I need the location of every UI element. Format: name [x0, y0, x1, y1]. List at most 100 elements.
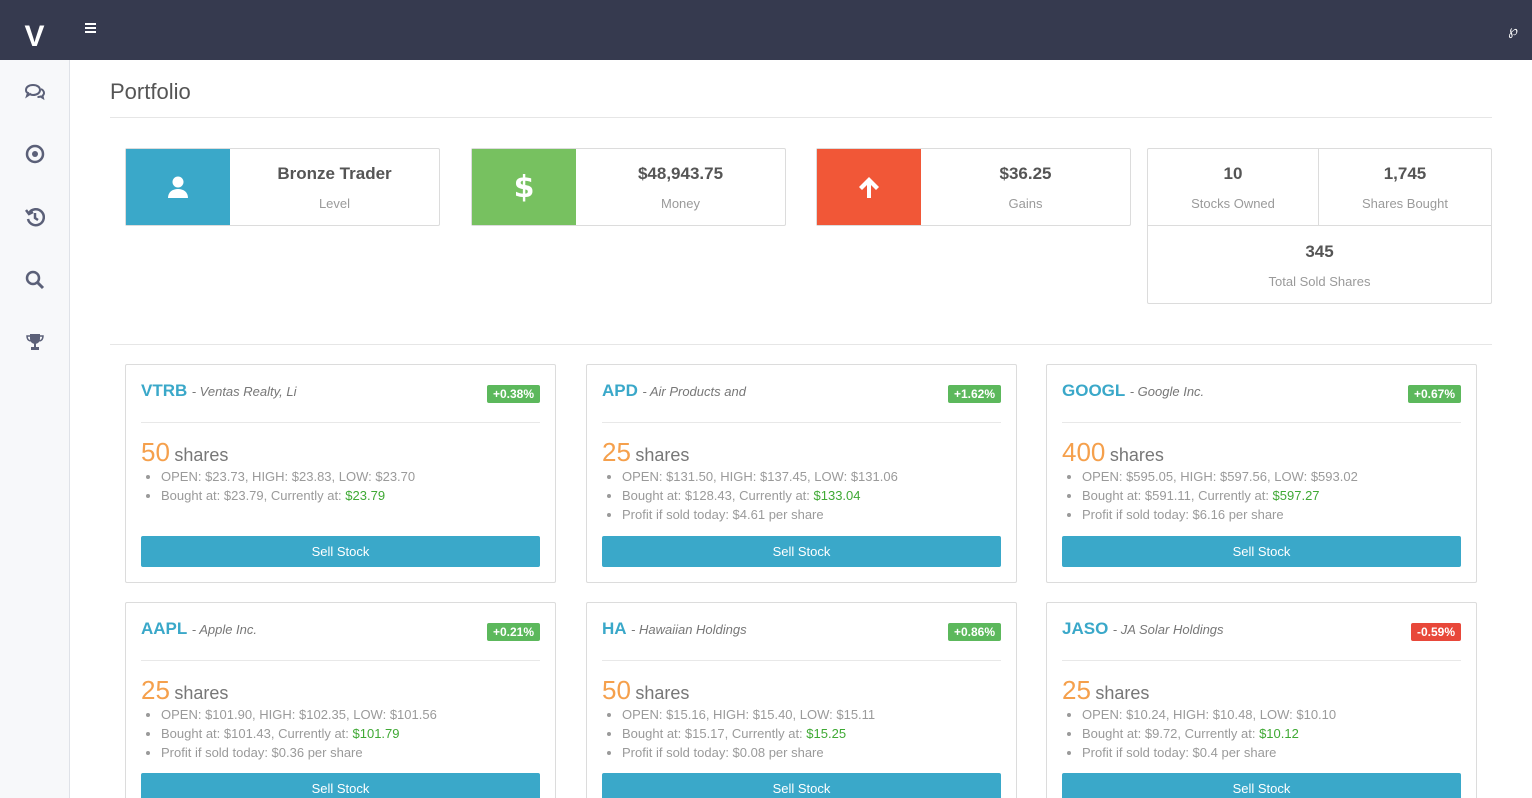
shares-word: shares: [174, 683, 229, 703]
portfolio-summary: 10 Stocks Owned 1,745 Shares Bought 345 …: [1147, 148, 1492, 304]
current-price: $101.79: [352, 726, 400, 741]
shares-count: 25: [141, 675, 170, 705]
sell-stock-button[interactable]: Sell Stock: [602, 773, 1001, 798]
price-range: OPEN: $131.50, HIGH: $137.45, LOW: $131.…: [622, 467, 898, 486]
price-range: OPEN: $101.90, HIGH: $102.35, LOW: $101.…: [161, 705, 437, 724]
user-menu-icon[interactable]: ℘: [1508, 22, 1518, 39]
stock-card: JASO - JA Solar Holdings -0.59% 25 share…: [1046, 602, 1477, 798]
money-label: Money: [660, 196, 701, 211]
stock-details: OPEN: $595.05, HIGH: $597.56, LOW: $593.…: [1082, 467, 1358, 524]
stocks-owned-label: Stocks Owned: [1191, 196, 1275, 211]
sell-stock-button[interactable]: Sell Stock: [602, 536, 1001, 567]
user-icon: [126, 149, 230, 225]
shares-count: 400: [1062, 437, 1106, 467]
hamburger-icon[interactable]: [85, 23, 96, 35]
bought-current: Bought at: $128.43, Currently at: $133.0…: [622, 486, 898, 505]
bought-current: Bought at: $23.79, Currently at: $23.79: [161, 486, 415, 505]
stock-company: - Hawaiian Holdings: [631, 622, 747, 637]
level-stat-card: Bronze Trader Level: [125, 148, 440, 226]
change-badge: +1.62%: [947, 385, 1001, 403]
bought-current: Bought at: $15.17, Currently at: $15.25: [622, 724, 875, 743]
shares-count: 25: [1062, 675, 1091, 705]
page-title: Portfolio: [110, 79, 191, 104]
stock-ticker[interactable]: HA: [602, 619, 627, 638]
sidebar: [0, 60, 70, 798]
stock-ticker[interactable]: GOOGL: [1062, 381, 1125, 400]
current-price: $10.12: [1259, 726, 1299, 741]
current-price: $23.79: [345, 488, 386, 503]
shares-count: 50: [602, 675, 631, 705]
current-price: $133.04: [813, 488, 861, 503]
gains-label: Gains: [1008, 196, 1043, 211]
stock-details: OPEN: $131.50, HIGH: $137.45, LOW: $131.…: [622, 467, 898, 524]
stock-card: GOOGL - Google Inc. +0.67% 400 shares OP…: [1046, 364, 1477, 583]
stock-card: VTRB - Ventas Realty, Li +0.38% 50 share…: [125, 364, 556, 583]
stock-ticker[interactable]: VTRB: [141, 381, 187, 400]
change-badge: -0.59%: [1410, 623, 1461, 641]
current-price: $15.25: [806, 726, 847, 741]
price-range: OPEN: $595.05, HIGH: $597.56, LOW: $593.…: [1082, 467, 1358, 486]
gains-value: $36.25: [999, 164, 1052, 183]
sell-stock-button[interactable]: Sell Stock: [141, 773, 540, 798]
profit-text: Profit if sold today: $0.4 per share: [1082, 743, 1336, 762]
stock-details: OPEN: $10.24, HIGH: $10.48, LOW: $10.10 …: [1082, 705, 1336, 762]
arrow-up-icon: [817, 149, 921, 225]
chat-icon[interactable]: [23, 80, 47, 104]
change-badge: +0.21%: [486, 623, 540, 641]
stock-ticker[interactable]: JASO: [1062, 619, 1108, 638]
section-divider: [110, 344, 1492, 345]
dollar-icon: $: [472, 149, 576, 225]
title-divider: [110, 117, 1492, 118]
stock-company: - Air Products and: [642, 384, 746, 399]
stocks-owned-value: 10: [1223, 164, 1243, 183]
shares-bought-value: 1,745: [1383, 164, 1427, 183]
top-bar: V ℘: [0, 0, 1532, 60]
stock-details: OPEN: $101.90, HIGH: $102.35, LOW: $101.…: [161, 705, 437, 762]
gains-stat-card: $36.25 Gains: [816, 148, 1131, 226]
price-range: OPEN: $10.24, HIGH: $10.48, LOW: $10.10: [1082, 705, 1336, 724]
money-stat-card: $ $48,943.75 Money: [471, 148, 786, 226]
target-icon[interactable]: [23, 142, 47, 166]
bought-current: Bought at: $591.11, Currently at: $597.2…: [1082, 486, 1358, 505]
money-value: $48,943.75: [637, 164, 724, 183]
stocks-owned-cell: 10 Stocks Owned: [1148, 149, 1319, 226]
shares-word: shares: [1109, 445, 1164, 465]
level-label: Level: [318, 196, 351, 211]
search-icon[interactable]: [23, 268, 47, 292]
stock-company: - Google Inc.: [1129, 384, 1205, 399]
price-range: OPEN: $23.73, HIGH: $23.83, LOW: $23.70: [161, 467, 415, 486]
profit-text: Profit if sold today: $4.61 per share: [622, 505, 898, 524]
sell-stock-button[interactable]: Sell Stock: [141, 536, 540, 567]
history-icon[interactable]: [23, 205, 47, 229]
sell-stock-button[interactable]: Sell Stock: [1062, 773, 1461, 798]
shares-count: 50: [141, 437, 170, 467]
profit-text: Profit if sold today: $0.36 per share: [161, 743, 437, 762]
current-price: $597.27: [1272, 488, 1320, 503]
stock-details: OPEN: $15.16, HIGH: $15.40, LOW: $15.11 …: [622, 705, 875, 762]
change-badge: +0.67%: [1407, 385, 1461, 403]
bought-current: Bought at: $101.43, Currently at: $101.7…: [161, 724, 437, 743]
shares-word: shares: [635, 683, 690, 703]
stock-ticker[interactable]: APD: [602, 381, 638, 400]
price-range: OPEN: $15.16, HIGH: $15.40, LOW: $15.11: [622, 705, 875, 724]
total-sold-label: Total Sold Shares: [1268, 274, 1371, 289]
profit-text: Profit if sold today: $0.08 per share: [622, 743, 875, 762]
shares-word: shares: [635, 445, 690, 465]
bought-current: Bought at: $9.72, Currently at: $10.12: [1082, 724, 1336, 743]
stock-company: - JA Solar Holdings: [1112, 622, 1224, 637]
sell-stock-button[interactable]: Sell Stock: [1062, 536, 1461, 567]
shares-bought-cell: 1,745 Shares Bought: [1319, 149, 1491, 226]
stock-card: AAPL - Apple Inc. +0.21% 25 shares OPEN:…: [125, 602, 556, 798]
shares-word: shares: [1095, 683, 1150, 703]
stock-company: - Ventas Realty, Li: [191, 384, 297, 399]
stock-card: APD - Air Products and +1.62% 25 shares …: [586, 364, 1017, 583]
total-sold-value: 345: [1305, 242, 1334, 261]
profit-text: Profit if sold today: $6.16 per share: [1082, 505, 1358, 524]
app-logo[interactable]: V: [0, 0, 69, 60]
stock-card: HA - Hawaiian Holdings +0.86% 50 shares …: [586, 602, 1017, 798]
change-badge: +0.86%: [947, 623, 1001, 641]
trophy-icon[interactable]: [23, 330, 47, 354]
total-sold-cell: 345 Total Sold Shares: [1148, 227, 1491, 303]
stock-ticker[interactable]: AAPL: [141, 619, 187, 638]
stock-company: - Apple Inc.: [191, 622, 258, 637]
